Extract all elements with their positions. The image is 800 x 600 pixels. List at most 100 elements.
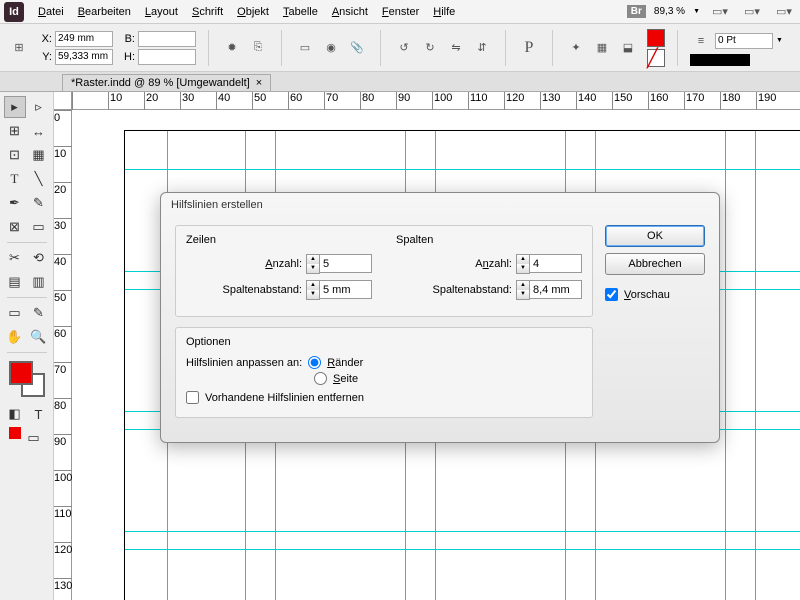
cols-gutter-input[interactable] (530, 280, 582, 299)
fill-swatch[interactable] (647, 29, 665, 47)
rows-count-down[interactable]: ▼ (307, 264, 319, 273)
close-icon[interactable]: × (256, 77, 262, 89)
document-tab-bar: *Raster.indd @ 89 % [Umgewandelt] × (0, 72, 800, 92)
stroke-weight-input[interactable] (715, 33, 773, 49)
line-tool[interactable]: ╲ (28, 168, 50, 190)
menu-datei[interactable]: Datei (32, 3, 70, 21)
grid-icon[interactable]: ▦ (28, 144, 50, 166)
rows-count-up[interactable]: ▲ (307, 255, 319, 264)
note-tool[interactable]: ▭ (4, 302, 26, 324)
gap-tool[interactable]: ↔ (28, 120, 50, 142)
dialog-title: Hilfslinien erstellen (161, 193, 719, 217)
view-options-icon[interactable]: ▭▾ (708, 3, 732, 21)
horizontal-ruler[interactable]: 1020304050607080901001101201301401501601… (72, 92, 800, 110)
direct-selection-tool[interactable]: ▹ (28, 96, 50, 118)
bridge-badge[interactable]: Br (627, 5, 646, 18)
flip-v-icon[interactable]: ⇵ (471, 37, 493, 59)
rotate-ccw-icon[interactable]: ↺ (393, 37, 415, 59)
toolbox: ▸▹ ⊞↔ ⊡▦ T╲ ✒✎ ⊠▭ ✂⟲ ▤▥ ▭✎ ✋🔍 ◧T ▭ (0, 92, 54, 600)
fill-box[interactable] (9, 361, 33, 385)
frame-tool[interactable]: ⊠ (4, 216, 26, 238)
attachment-icon[interactable]: 📎 (346, 37, 368, 59)
rows-count-input[interactable] (320, 254, 372, 273)
menu-hilfe[interactable]: Hilfe (427, 3, 461, 21)
menu-bearbeiten[interactable]: Bearbeiten (72, 3, 137, 21)
zoom-level[interactable]: 89,3 % (654, 6, 685, 17)
x-position-input[interactable] (55, 31, 113, 47)
rows-gutter-input[interactable] (320, 280, 372, 299)
vertical-ruler[interactable]: 0102030405060708090100110120130 (54, 110, 72, 600)
wrap-icon[interactable]: ▦ (591, 37, 613, 59)
menu-objekt[interactable]: Objekt (231, 3, 275, 21)
control-bar: ⊞ X: Y: B: H: ✹ ⎘ ▭ ◉ 📎 ↺ ↻ ⇋ ⇵ P ✦ ▦ ⬓ … (0, 24, 800, 72)
link-icon[interactable]: ⎘ (247, 37, 269, 59)
menu-layout[interactable]: Layout (139, 3, 184, 21)
eyedropper-tool[interactable]: ✎ (28, 302, 50, 324)
height-input[interactable] (138, 49, 196, 65)
ok-button[interactable]: OK (605, 225, 705, 247)
flip-h-icon[interactable]: ⇋ (445, 37, 467, 59)
menu-tabelle[interactable]: Tabelle (277, 3, 324, 21)
selection-tool[interactable]: ▸ (4, 96, 26, 118)
y-position-input[interactable] (55, 49, 113, 65)
preview-checkbox[interactable] (605, 288, 618, 301)
pen-tool[interactable]: ✒ (4, 192, 26, 214)
content-tool[interactable]: ⊡ (4, 144, 26, 166)
fit-page-label: Seite (333, 373, 358, 385)
type-tool[interactable]: T (4, 168, 26, 190)
cols-legend: Spalten (396, 234, 582, 246)
gradient-feather-tool[interactable]: ▥ (28, 271, 50, 293)
cols-count-up[interactable]: ▲ (517, 255, 529, 264)
create-guides-dialog: Hilfslinien erstellen Zeilen Anzahl: ▲▼ … (160, 192, 720, 443)
fit-margins-radio[interactable] (308, 356, 321, 369)
arrange-icon[interactable]: ▭▾ (772, 3, 796, 21)
remove-existing-label: Vorhandene Hilfslinien entfernen (205, 392, 364, 404)
screen-mode-icon[interactable]: ▭▾ (740, 3, 764, 21)
apply-text-icon[interactable]: T (28, 403, 50, 425)
rows-gutter-up[interactable]: ▲ (307, 281, 319, 290)
rows-count-label: Anzahl: (265, 258, 302, 270)
corner-icon[interactable]: ⬓ (617, 37, 639, 59)
stroke-weight-icon: ≡ (690, 30, 712, 52)
zoom-tool[interactable]: 🔍 (28, 326, 50, 348)
menu-schrift[interactable]: Schrift (186, 3, 229, 21)
view-mode-normal[interactable] (9, 427, 21, 439)
stroke-swatch[interactable]: ╱ (647, 49, 665, 67)
pencil-tool[interactable]: ✎ (28, 192, 50, 214)
page-tool[interactable]: ⊞ (4, 120, 26, 142)
remove-existing-checkbox[interactable] (186, 391, 199, 404)
hand-tool[interactable]: ✋ (4, 326, 26, 348)
ruler-origin[interactable] (54, 92, 72, 110)
gradient-swatch-tool[interactable]: ▤ (4, 271, 26, 293)
effects-icon[interactable]: ✦ (565, 37, 587, 59)
view-mode-preview[interactable]: ▭ (23, 427, 45, 449)
width-input[interactable] (138, 31, 196, 47)
paragraph-icon[interactable]: P (518, 37, 540, 59)
stroke-style-display[interactable] (690, 54, 750, 66)
cols-count-input[interactable] (530, 254, 582, 273)
apply-color-icon[interactable]: ◧ (4, 403, 26, 425)
bug-icon[interactable]: ✹ (221, 37, 243, 59)
fit-margins-label: Ränder (327, 357, 363, 369)
fit-page-radio[interactable] (314, 372, 327, 385)
reference-point-icon[interactable]: ⊞ (8, 37, 30, 59)
document-tab-label: *Raster.indd @ 89 % [Umgewandelt] (71, 77, 250, 89)
rows-gutter-label: Spaltenabstand: (222, 284, 302, 296)
transform-tool[interactable]: ⟲ (28, 247, 50, 269)
fill-stroke-indicator[interactable] (9, 361, 45, 397)
rows-gutter-down[interactable]: ▼ (307, 290, 319, 299)
document-tab[interactable]: *Raster.indd @ 89 % [Umgewandelt] × (62, 74, 271, 91)
cols-gutter-down[interactable]: ▼ (517, 290, 529, 299)
cols-count-down[interactable]: ▼ (517, 264, 529, 273)
cols-gutter-up[interactable]: ▲ (517, 281, 529, 290)
cols-count-label: Anzahl: (475, 258, 512, 270)
rotate-cw-icon[interactable]: ↻ (419, 37, 441, 59)
select-content-icon[interactable]: ◉ (320, 37, 342, 59)
menu-ansicht[interactable]: Ansicht (326, 3, 374, 21)
menu-fenster[interactable]: Fenster (376, 3, 425, 21)
select-container-icon[interactable]: ▭ (294, 37, 316, 59)
preview-label: Vorschau (624, 289, 670, 301)
rectangle-tool[interactable]: ▭ (28, 216, 50, 238)
cancel-button[interactable]: Abbrechen (605, 253, 705, 275)
scissors-tool[interactable]: ✂ (4, 247, 26, 269)
